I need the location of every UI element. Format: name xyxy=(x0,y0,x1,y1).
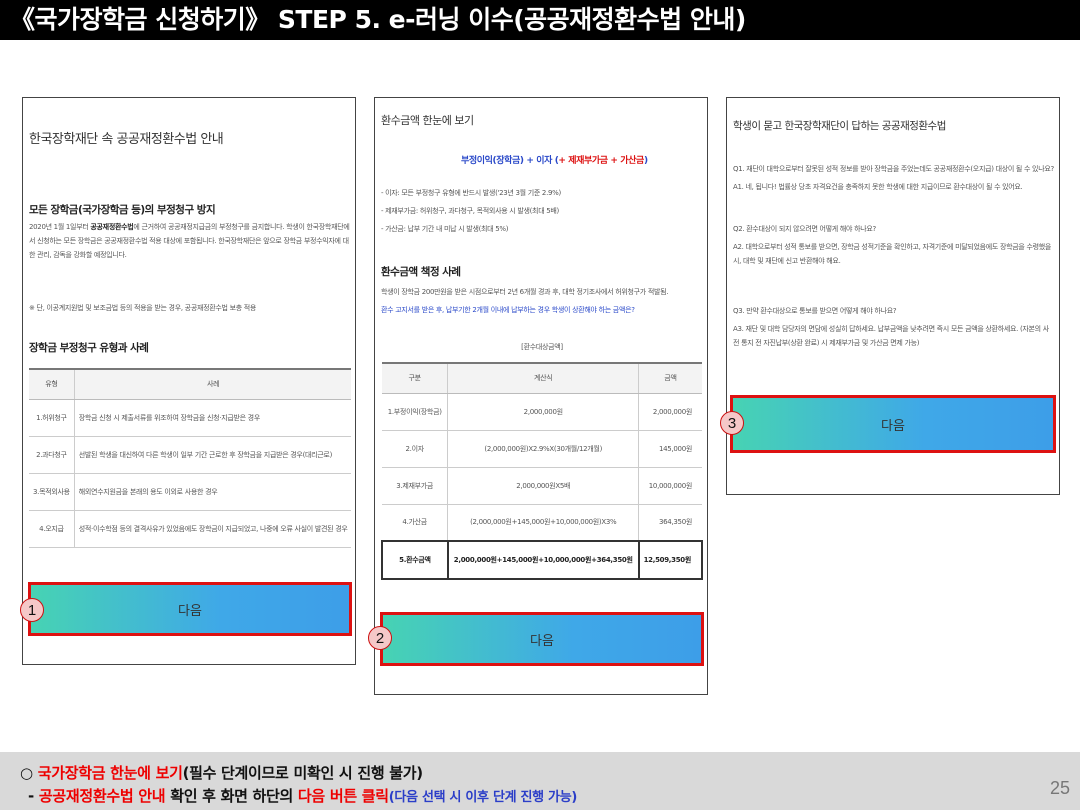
table-cell: 3.제재부가금 xyxy=(382,467,449,505)
panel1-heading: 한국장학재단 속 공공재정환수법 안내 xyxy=(29,132,224,147)
page-number: 25 xyxy=(1049,778,1070,798)
bullet-interest: - 이자: 모든 부정청구 유형에 반드시 발생('23년 3월 기준 2.9%… xyxy=(381,189,561,197)
bullet-penalty: - 가산금: 납부 기간 내 미납 시 발생(최대 5%) xyxy=(381,225,509,233)
table-cell: 12,509,350원 xyxy=(637,540,704,580)
table-cell: 2.과다청구 xyxy=(29,436,75,474)
faq-a1: A1. 네, 됩니다! 법률상 당초 자격요건을 충족하지 못한 학생에 대한 … xyxy=(733,183,1023,191)
table-row: 1.허위청구 장학금 신청 시 제출서류를 위조하여 장학금을 신청·지급받은 경… xyxy=(29,399,352,437)
case-description: 학생이 장학금 200만원을 받은 시점으로부터 2년 6개월 경과 후, 대학… xyxy=(381,288,669,296)
table-caption: [환수대상금액] xyxy=(521,343,563,351)
table-header: 사례 xyxy=(74,368,352,400)
table-cell: 해외연수지원금을 본래의 용도 이외로 사용한 경우 xyxy=(74,473,352,511)
table-header: 금액 xyxy=(638,362,702,394)
table-cell: 10,000,000원 xyxy=(638,467,702,505)
faq-q1: Q1. 재단이 대학으로부터 잘못된 성적 정보를 받아 장학금을 주었는데도 … xyxy=(733,165,1054,173)
table-cell: 1.허위청구 xyxy=(29,399,75,437)
table-row: 3.목적외사용 해외연수지원금을 본래의 용도 이외로 사용한 경우 xyxy=(29,473,352,511)
table-cell: 2,000,000원X5배 xyxy=(447,467,640,505)
table-cell: 4.가산금 xyxy=(382,504,449,542)
fraud-case-table: 유형 사례 1.허위청구 장학금 신청 시 제출서류를 위조하여 장학금을 신청·지… xyxy=(29,368,352,548)
slide-title: 《국가장학금 신청하기》 STEP 5. e-러닝 이수(공공재정환수법 안내) xyxy=(0,0,1080,40)
table-row: 4.가산금 (2,000,000원+145,000원+10,000,000원)X3… xyxy=(382,504,702,542)
faq-a3: A3. 재단 및 대학 담당자의 면담에 성실히 답하세요. 납부금액을 낮추려… xyxy=(733,325,1049,347)
table-cell: 4.오지급 xyxy=(29,510,75,548)
case-question: 환수 고지서를 받은 후, 납부기한 2개월 이내에 납부하는 경우 학생이 상… xyxy=(381,306,635,314)
table-cell: 2.이자 xyxy=(382,430,449,468)
panel2-heading: 환수금액 한눈에 보기 xyxy=(381,114,474,127)
table-cell: 2,000,000원+145,000원+10,000,000원+364,350원 xyxy=(446,540,640,580)
table-cell: 364,350원 xyxy=(638,504,702,542)
panel1-section2-title: 장학금 부정청구 유형과 사례 xyxy=(29,342,149,354)
table-row: 2.과다청구 선발된 학생을 대신하여 다른 학생이 일부 기간 근로한 후 장학… xyxy=(29,436,352,474)
panel1-note: ※ 단, 이공계지원법 및 보조금법 등의 적용을 받는 경우, 공공재정환수법… xyxy=(29,304,257,312)
table-cell: (2,000,000원)X2.9%X(30개월/12개월) xyxy=(447,430,640,468)
table-cell: 선발된 학생을 대신하여 다른 학생이 일부 기간 근로한 후 장학금을 지급받… xyxy=(74,436,352,474)
footer-line-1: ○ 국가장학금 한눈에 보기(필수 단계이므로 미확인 시 진행 불가) xyxy=(20,764,423,782)
bullet-surcharge: - 제재부가금: 허위청구, 과다청구, 목적외사용 시 발생(최대 5배) xyxy=(381,207,559,215)
faq-a2: A2. 대학으로부터 성적 통보를 받으면, 장학금 성적기준을 확인하고, 자… xyxy=(733,243,1052,265)
table-row: 1.부정이익(장학금) 2,000,000원 2,000,000원 xyxy=(382,393,702,431)
panel2-section-title: 환수금액 책정 사례 xyxy=(381,266,461,278)
panel1-section1-text: 2020년 1월 1일부터 공공재정환수법에 근거하여 공공재정지급금의 부정청… xyxy=(29,223,350,259)
table-cell: 장학금 신청 시 제출서류를 위조하여 장학금을 신청·지급받은 경우 xyxy=(74,399,352,437)
table-cell: 1.부정이익(장학금) xyxy=(382,393,449,431)
table-total-row: 5.환수금액 2,000,000원+145,000원+10,000,000원+36… xyxy=(381,540,704,580)
faq-q2: Q2. 환수대상이 되지 않으려면 어떻게 해야 하나요? xyxy=(733,225,876,233)
refund-table: 구분 계산식 금액 1.부정이익(장학금) 2,000,000원 2,000,000원 … xyxy=(381,362,704,580)
panel3-heading: 학생이 묻고 한국장학재단이 답하는 공공재정환수법 xyxy=(733,120,946,132)
table-header: 구분 xyxy=(382,362,449,394)
panel-law-guide: 한국장학재단 속 공공재정환수법 안내 모든 장학금(국가장학금 등)의 부정청… xyxy=(22,97,356,665)
table-cell: (2,000,000원+145,000원+10,000,000원)X3% xyxy=(447,504,640,542)
faq-q3: Q3. 만약 환수대상으로 통보를 받으면 어떻게 해야 하나요? xyxy=(733,307,897,315)
refund-formula: 부정이익(장학금) + 이자 (+ 제재부가금 + 가산금) xyxy=(461,156,648,166)
table-cell: 3.목적외사용 xyxy=(29,473,75,511)
table-cell: 145,000원 xyxy=(638,430,702,468)
panel-faq: 학생이 묻고 한국장학재단이 답하는 공공재정환수법 Q1. 재단이 대학으로부… xyxy=(726,97,1060,495)
table-cell: 성적·이수학점 등의 결격사유가 있었음에도 장학금이 지급되었고, 나중에 오… xyxy=(74,510,352,548)
next-button-1[interactable]: 다음 xyxy=(28,582,352,636)
footer-line-2: - 공공재정환수법 안내 확인 후 화면 하단의 다음 버튼 클릭(다음 선택 … xyxy=(28,787,577,805)
table-header: 계산식 xyxy=(447,362,640,394)
table-cell: 2,000,000원 xyxy=(447,393,640,431)
next-button-3[interactable]: 다음 xyxy=(730,395,1056,453)
step-marker-2: 2 xyxy=(368,626,392,650)
table-header: 유형 xyxy=(29,368,75,400)
table-row: 2.이자 (2,000,000원)X2.9%X(30개월/12개월) 145,000… xyxy=(382,430,702,468)
panel1-section1-title: 모든 장학금(국가장학금 등)의 부정청구 방지 xyxy=(29,204,216,216)
panel-refund-overview: 환수금액 한눈에 보기 부정이익(장학금) + 이자 (+ 제재부가금 + 가산… xyxy=(374,97,708,695)
table-row: 3.제재부가금 2,000,000원X5배 10,000,000원 xyxy=(382,467,702,505)
table-cell: 5.환수금액 xyxy=(381,540,449,580)
next-button-2[interactable]: 다음 xyxy=(380,612,704,666)
step-marker-1: 1 xyxy=(20,598,44,622)
step-marker-3: 3 xyxy=(720,411,744,435)
table-row: 4.오지급 성적·이수학점 등의 결격사유가 있었음에도 장학금이 지급되었고, … xyxy=(29,510,352,548)
table-cell: 2,000,000원 xyxy=(638,393,702,431)
